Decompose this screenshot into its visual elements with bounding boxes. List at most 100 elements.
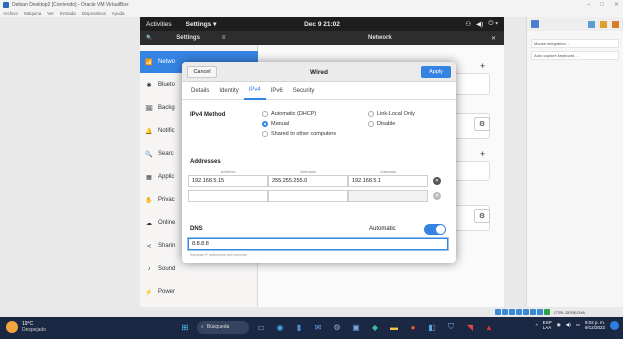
netmask-field-empty[interactable] [268,190,348,202]
clock[interactable]: Dec 9 21:02 [304,21,340,28]
host-window-title: Debian Desktop2 [Corriendo] - Oracle VM … [12,1,129,8]
radio-disable[interactable]: Disable [368,121,395,127]
activities-button[interactable]: Activities [146,21,172,28]
radio-label: Automatic (DHCP) [271,111,317,117]
volume-icon[interactable]: ◀) [566,322,571,328]
app-icon[interactable]: ▮ [292,320,306,334]
app-icon[interactable]: ◆ [368,320,382,334]
battery-icon[interactable]: ▭ [576,322,580,328]
netmask-field[interactable]: 255.255.255.0 [268,175,348,187]
radio-dot [368,111,374,117]
tab-ipv6[interactable]: IPv6 [266,82,288,100]
panel-tool-icon[interactable] [612,20,619,28]
pdf-icon[interactable]: ▲ [482,320,496,334]
taskbar-search[interactable]: ⌕ Búsqueda [197,320,249,334]
menu-archivo[interactable]: Archivo [3,11,18,16]
status-icon[interactable] [502,309,508,315]
background-icon: 🖼 [145,105,153,112]
settings-header-right: Network ✕ [258,31,504,45]
app-icon[interactable]: ▣ [349,320,363,334]
dns-label: DNS [190,226,203,232]
task-view-icon[interactable]: ▭ [254,320,268,334]
system-tray[interactable]: ⚇ ◀) ⏻ ▾ [465,20,498,28]
notification-mouse-integration[interactable]: Mouse integration ... [531,39,619,48]
menu-entrada[interactable]: Entrada [60,11,76,16]
taskbar-date[interactable]: 9/12/2022 [585,325,605,330]
radio-manual[interactable]: Manual [262,121,289,127]
radio-label: Shared to other computers [271,131,337,137]
add-vpn-button[interactable]: + [480,149,485,159]
layout-indicator: LAA [542,325,552,330]
tab-identity[interactable]: Identity [214,82,243,100]
mail-icon[interactable]: ✉ [311,320,325,334]
bell-icon: 🔔 [145,128,153,135]
tab-details[interactable]: Details [186,82,214,100]
radio-label: Manual [271,121,290,127]
address-field[interactable]: 192.168.5.15 [188,175,268,187]
status-icon[interactable] [495,309,501,315]
add-connection-button[interactable]: + [480,61,485,71]
settings-gear-icon[interactable]: ⚙ [330,320,344,334]
status-icon[interactable] [537,309,543,315]
menu-dispositivos[interactable]: Dispositivos [82,11,106,16]
minimize-button[interactable]: – [587,2,590,8]
weather-widget[interactable]: 19°C Despejado [6,321,46,333]
remove-address-icon-disabled[interactable]: ✕ [433,192,441,200]
windows-start-icon[interactable]: ⊞ [178,320,192,334]
file-explorer-icon[interactable]: ▬ [387,320,401,334]
search-icon: ⌕ [201,324,204,330]
taskbar-apps: ⊞ ⌕ Búsqueda ▭ ◉ ▮ ✉ ⚙ ▣ ◆ ▬ ● ◧ ⛉ ◥ ▲ [178,320,496,334]
dns-input[interactable]: 8.8.8.8 [188,238,448,250]
apply-button[interactable]: Apply [421,66,451,78]
panel-tool-icon[interactable] [588,20,595,28]
menu-maquina[interactable]: Máquina [24,11,41,16]
vpn-icon[interactable]: ⛉ [444,320,458,334]
remove-address-icon[interactable]: ✕ [433,177,441,185]
radio-dot [368,121,374,127]
browser-icon[interactable]: ● [406,320,420,334]
search-icon[interactable]: 🔍 [146,35,152,41]
app-icon[interactable]: ◥ [463,320,477,334]
close-icon[interactable]: ✕ [491,35,496,42]
panel-logo-icon [531,20,539,28]
windows-taskbar: 19°C Despejado ⊞ ⌕ Búsqueda ▭ ◉ ▮ ✉ ⚙ ▣ ◆ … [0,317,623,339]
status-icon[interactable] [516,309,522,315]
status-icon[interactable] [509,309,515,315]
maximize-button[interactable]: □ [600,2,604,8]
wired-dialog: Wired Cancel Apply Details Identity IPv4… [182,62,456,263]
app-menu-button[interactable]: Settings ▾ [186,20,217,28]
gateway-field[interactable]: 192.168.5.1 [348,175,428,187]
tab-ipv4[interactable]: IPv4 [243,82,266,100]
wired-settings-gear-icon[interactable]: ⚙ [474,117,490,131]
radio-link-local[interactable]: Link-Local Only [368,111,415,117]
chevron-up-icon[interactable]: ^ [536,323,538,328]
sidebar-item-power[interactable]: ⚡ Power [140,281,258,303]
gateway-field-empty[interactable] [348,190,428,202]
dns-automatic-toggle[interactable] [424,224,446,235]
notification-badge-icon[interactable] [610,320,619,330]
close-window-button[interactable]: ✕ [614,1,619,8]
edge-icon[interactable]: ◉ [273,320,287,334]
panel-tool-icon[interactable] [600,20,607,28]
proxy-settings-gear-icon[interactable]: ⚙ [474,209,490,223]
menu-ver[interactable]: Ver [47,11,54,16]
radio-shared[interactable]: Shared to other computers [262,131,336,137]
wifi-icon[interactable]: ◉ [557,322,561,328]
notification-auto-capture[interactable]: Auto capture keyboard ... [531,51,619,60]
cancel-button[interactable]: Cancel [187,66,217,78]
store-icon[interactable]: ◧ [425,320,439,334]
address-field-empty[interactable] [188,190,268,202]
radio-automatic-dhcp[interactable]: Automatic (DHCP) [262,111,316,117]
power-icon: ⏻ ▾ [488,20,498,27]
status-icon[interactable] [523,309,529,315]
hamburger-menu-icon[interactable]: ≡ [222,35,226,41]
gear-icon: ⚙ [478,121,486,128]
menu-ayuda[interactable]: Ayuda [112,11,125,16]
status-icon[interactable] [544,309,550,315]
virtualbox-logo-icon [3,1,9,8]
window-controls: – □ ✕ [587,0,619,9]
address-column-header: Address [220,169,236,174]
dns-hint: Separate IP addresses with commas [190,253,247,257]
status-icon[interactable] [530,309,536,315]
tab-security[interactable]: Security [288,82,320,100]
